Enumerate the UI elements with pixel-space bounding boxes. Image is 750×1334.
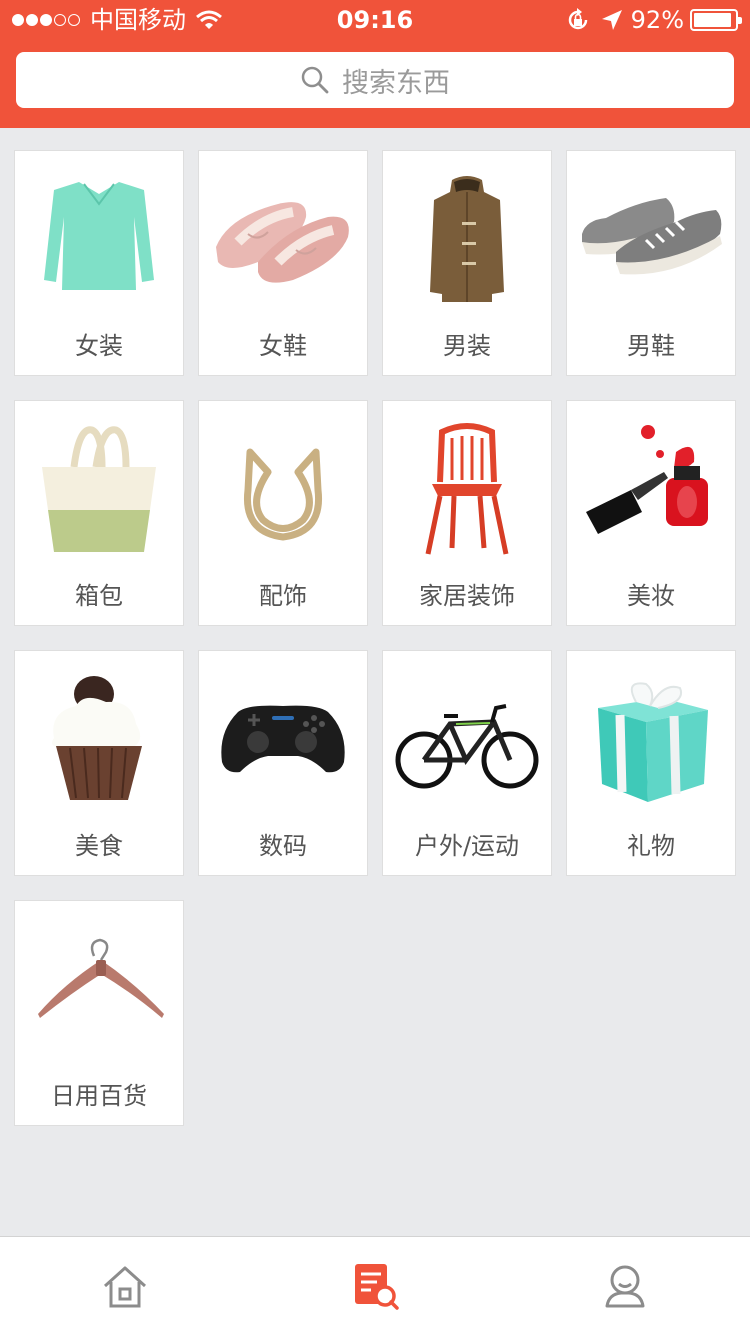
flats-icon xyxy=(216,202,349,283)
category-label: 美妆 xyxy=(627,582,675,610)
tab-profile[interactable] xyxy=(500,1237,750,1334)
tote-bag-icon xyxy=(42,426,156,552)
battery-percent: 92% xyxy=(630,6,684,34)
user-icon xyxy=(605,1265,645,1308)
category-tile-daily-goods[interactable]: 日用百货 xyxy=(14,900,184,1126)
ring-icon xyxy=(243,448,323,541)
status-right: 92% xyxy=(565,6,742,34)
rotation-lock-icon xyxy=(568,8,587,30)
category-tile-digital[interactable]: 数码 xyxy=(198,650,368,876)
search-placeholder: 搜索东西 xyxy=(342,67,450,99)
sneakers-icon xyxy=(582,198,722,275)
category-label: 家居装饰 xyxy=(419,582,515,610)
category-label: 箱包 xyxy=(75,582,123,610)
category-label: 日用百货 xyxy=(51,1082,147,1110)
category-tile-accessories[interactable]: 配饰 xyxy=(198,400,368,626)
category-label: 男装 xyxy=(443,332,491,360)
battery-fill xyxy=(694,13,731,27)
gamepad-icon xyxy=(221,705,345,773)
category-label: 户外/运动 xyxy=(414,832,520,860)
header: 中国移动 09:16 92% 搜索东西 xyxy=(0,0,750,128)
search-input[interactable]: 搜索东西 xyxy=(16,52,734,108)
tab-home[interactable] xyxy=(0,1237,250,1334)
tab-search[interactable] xyxy=(250,1237,500,1334)
cupcake-icon xyxy=(52,676,142,800)
category-tile-womens-shoes[interactable]: 女鞋 xyxy=(198,150,368,376)
bicycle-icon xyxy=(395,704,539,789)
category-tile-mens-shoes[interactable]: 男鞋 xyxy=(566,150,736,376)
category-label: 男鞋 xyxy=(627,332,675,360)
category-tile-mens-clothing[interactable]: 男装 xyxy=(382,150,552,376)
location-arrow-icon xyxy=(601,10,622,30)
search-icon xyxy=(301,66,329,94)
chair-icon xyxy=(425,423,509,555)
category-tile-gifts[interactable]: 礼物 xyxy=(566,650,736,876)
category-label: 礼物 xyxy=(627,832,675,860)
status-bar: 中国移动 09:16 92% xyxy=(0,0,750,40)
sweater-icon xyxy=(44,182,154,290)
tab-bar xyxy=(0,1236,750,1334)
home-icon xyxy=(103,1266,147,1308)
category-tile-beauty[interactable]: 美妆 xyxy=(566,400,736,626)
coat-icon xyxy=(430,176,504,302)
category-tile-womens-clothing[interactable]: 女装 xyxy=(14,150,184,376)
battery-icon xyxy=(690,9,742,31)
nail-polish-icon xyxy=(586,425,708,534)
category-label: 美食 xyxy=(75,832,123,860)
category-label: 女装 xyxy=(75,332,123,360)
category-tile-home-decor[interactable]: 家居装饰 xyxy=(382,400,552,626)
category-label: 女鞋 xyxy=(259,332,307,360)
category-tile-food[interactable]: 美食 xyxy=(14,650,184,876)
gift-box-icon xyxy=(598,682,708,802)
hanger-icon xyxy=(38,938,164,1018)
category-label: 数码 xyxy=(259,832,307,860)
category-label: 配饰 xyxy=(259,582,307,610)
list-search-icon xyxy=(355,1264,399,1310)
category-tile-outdoor-sports[interactable]: 户外/运动 xyxy=(382,650,552,876)
category-tile-bags[interactable]: 箱包 xyxy=(14,400,184,626)
